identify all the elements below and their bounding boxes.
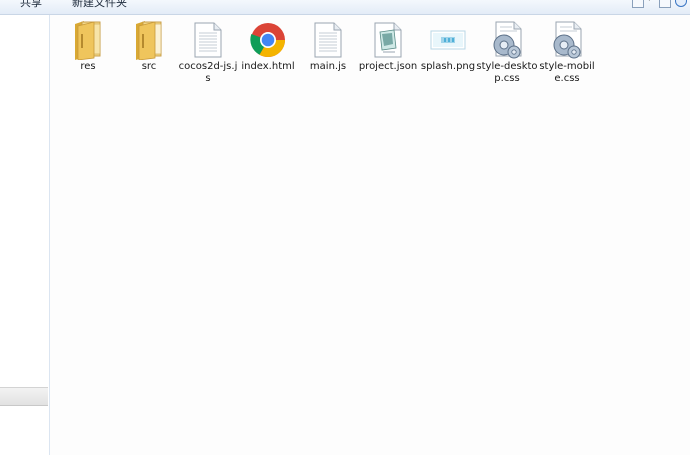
new-folder-button[interactable]: 新建文件夹: [72, 0, 127, 10]
file-item[interactable]: project.json: [357, 19, 419, 73]
css-file-icon: [547, 19, 587, 61]
file-name: project.json: [358, 61, 418, 72]
file-item[interactable]: style-desktop.css: [476, 19, 538, 85]
file-item[interactable]: splash.png: [417, 19, 479, 73]
file-item[interactable]: main.js: [297, 19, 359, 73]
file-name: cocos2d-js.js: [178, 61, 238, 84]
folder-icon: [129, 19, 169, 61]
file-name: main.js: [309, 61, 347, 72]
file-item[interactable]: src: [118, 19, 180, 73]
file-list-area[interactable]: res src cocos2d-js.js index.html main.js…: [50, 15, 690, 455]
navigation-pane[interactable]: [0, 15, 50, 455]
view-options-button[interactable]: [632, 0, 644, 8]
share-menu-button[interactable]: 共享: [20, 0, 42, 10]
file-name: splash.png: [420, 61, 476, 72]
file-name: index.html: [241, 61, 295, 72]
css-file-icon: [487, 19, 527, 61]
json-file-icon: [368, 19, 408, 61]
file-name: res: [80, 61, 96, 72]
chrome-html-icon: [248, 19, 288, 61]
file-item[interactable]: res: [57, 19, 119, 73]
js-file-icon: [188, 19, 228, 61]
share-dropdown-arrow-icon[interactable]: ▾: [43, 0, 48, 3]
help-icon[interactable]: [675, 0, 687, 7]
file-name: style-mobile.css: [539, 61, 595, 84]
preview-pane-button[interactable]: [659, 0, 671, 8]
png-file-icon: [428, 19, 468, 61]
file-name: style-desktop.css: [476, 61, 538, 84]
js-file-icon: [308, 19, 348, 61]
file-name: src: [141, 61, 157, 72]
explorer-toolbar: 共享 ▾ 新建文件夹 ▾: [0, 0, 690, 15]
navigation-pane-section-header[interactable]: [0, 387, 48, 406]
folder-icon: [68, 19, 108, 61]
file-item[interactable]: cocos2d-js.js: [177, 19, 239, 85]
view-options-arrow-icon[interactable]: ▾: [647, 0, 652, 4]
file-item[interactable]: index.html: [237, 19, 299, 73]
file-item[interactable]: style-mobile.css: [536, 19, 598, 85]
